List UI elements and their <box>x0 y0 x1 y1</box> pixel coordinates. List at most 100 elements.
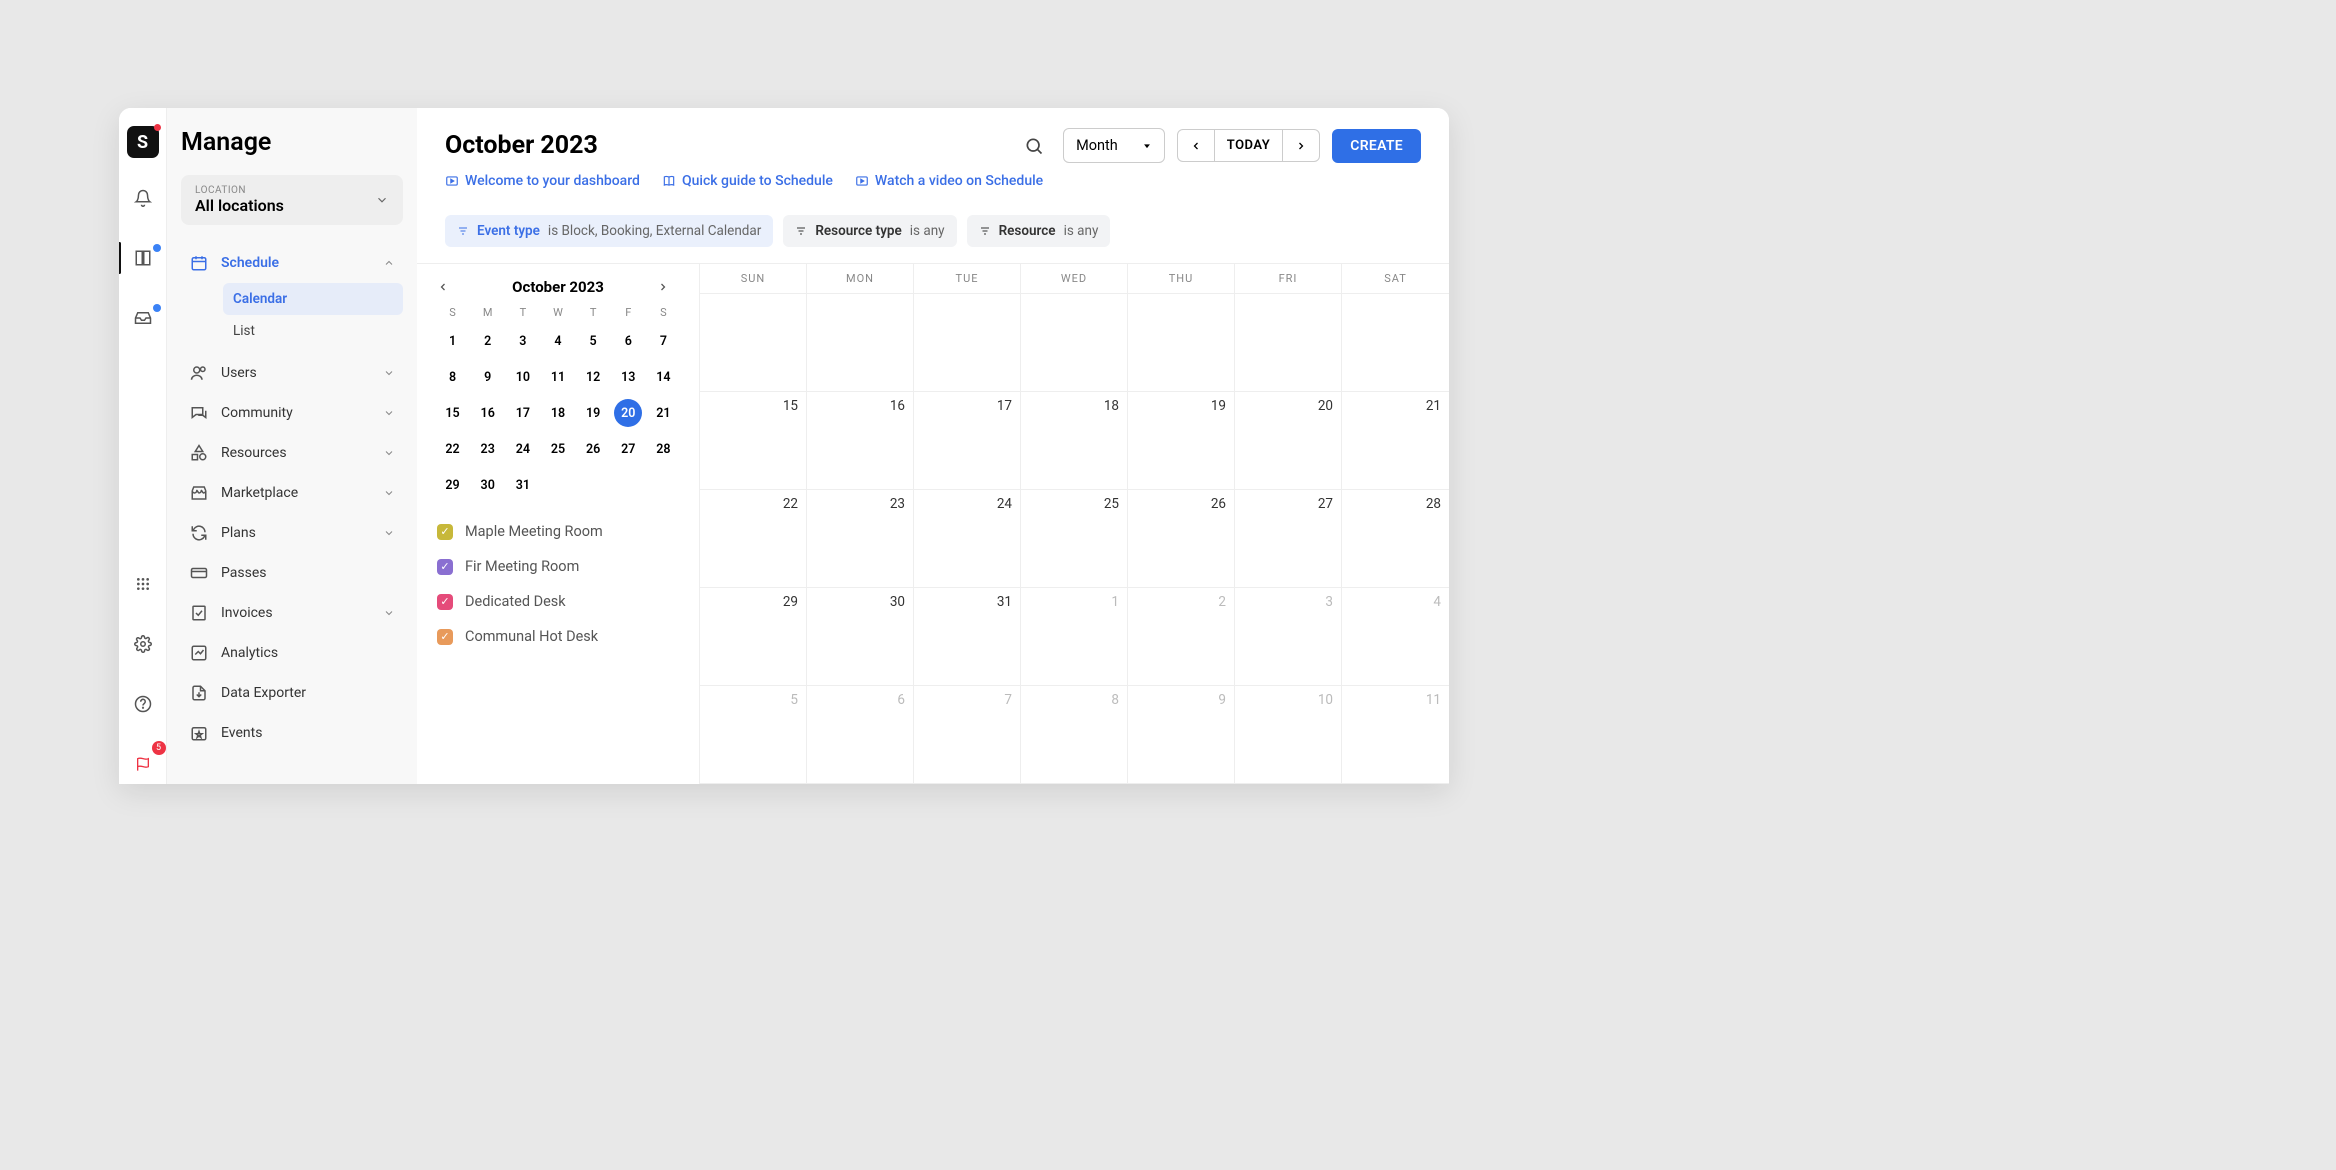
calendar-cell[interactable]: 26 <box>1128 490 1235 588</box>
next-button[interactable] <box>1282 130 1319 161</box>
calendar-cell[interactable]: 5 <box>700 686 807 784</box>
mini-day[interactable]: 21 <box>649 399 677 427</box>
calendar-cell[interactable] <box>807 294 914 392</box>
calendar-cell[interactable]: 30 <box>807 588 914 686</box>
calendar-cell[interactable]: 18 <box>1021 392 1128 490</box>
calendar-cell[interactable]: 4 <box>1342 588 1449 686</box>
apps-icon[interactable] <box>123 564 163 604</box>
resource-filter-item[interactable]: ✓Communal Hot Desk <box>437 628 679 645</box>
calendar-cell[interactable]: 1 <box>1021 588 1128 686</box>
calendar-cell[interactable]: 23 <box>807 490 914 588</box>
calendar-cell[interactable]: 20 <box>1235 392 1342 490</box>
nav-schedule[interactable]: Schedule <box>181 243 403 283</box>
mini-day[interactable]: 17 <box>509 399 537 427</box>
calendar-cell[interactable]: 21 <box>1342 392 1449 490</box>
calendar-cell[interactable]: 19 <box>1128 392 1235 490</box>
filter-chip[interactable]: Resource is any <box>967 215 1111 247</box>
mini-day[interactable]: 8 <box>439 363 467 391</box>
calendar-cell[interactable] <box>1342 294 1449 392</box>
nav-plans[interactable]: Plans <box>181 513 403 553</box>
mini-day[interactable]: 15 <box>439 399 467 427</box>
mini-day[interactable]: 27 <box>614 435 642 463</box>
nav-data-exporter[interactable]: Data Exporter <box>181 673 403 713</box>
mini-day[interactable]: 1 <box>439 327 467 355</box>
mini-day[interactable]: 13 <box>614 363 642 391</box>
calendar-cell[interactable]: 31 <box>914 588 1021 686</box>
calendar-cell[interactable]: 17 <box>914 392 1021 490</box>
calendar-cell[interactable]: 29 <box>700 588 807 686</box>
resource-filter-item[interactable]: ✓Dedicated Desk <box>437 593 679 610</box>
mini-day[interactable]: 30 <box>474 471 502 499</box>
mini-day[interactable]: 19 <box>579 399 607 427</box>
calendar-cell[interactable]: 27 <box>1235 490 1342 588</box>
help-link-dashboard[interactable]: Welcome to your dashboard <box>445 173 640 189</box>
search-button[interactable] <box>1017 129 1051 163</box>
mini-next-button[interactable] <box>657 281 679 293</box>
calendar-cell[interactable]: 11 <box>1342 686 1449 784</box>
mini-day[interactable]: 11 <box>544 363 572 391</box>
mini-day[interactable]: 22 <box>439 435 467 463</box>
mini-prev-button[interactable] <box>437 281 459 293</box>
calendar-cell[interactable] <box>1128 294 1235 392</box>
mini-day[interactable]: 16 <box>474 399 502 427</box>
flag-icon[interactable]: 5 <box>123 744 163 784</box>
mini-day[interactable]: 24 <box>509 435 537 463</box>
mini-day[interactable]: 12 <box>579 363 607 391</box>
resource-filter-item[interactable]: ✓Maple Meeting Room <box>437 523 679 540</box>
calendar-cell[interactable]: 9 <box>1128 686 1235 784</box>
mini-day[interactable]: 2 <box>474 327 502 355</box>
mini-day[interactable]: 28 <box>649 435 677 463</box>
nav-community[interactable]: Community <box>181 393 403 433</box>
filter-chip[interactable]: Resource type is any <box>783 215 956 247</box>
mini-day[interactable]: 14 <box>649 363 677 391</box>
calendar-cell[interactable]: 10 <box>1235 686 1342 784</box>
calendar-cell[interactable]: 28 <box>1342 490 1449 588</box>
mini-day[interactable]: 29 <box>439 471 467 499</box>
mini-day[interactable]: 20 <box>614 399 642 427</box>
calendar-cell[interactable]: 2 <box>1128 588 1235 686</box>
resource-filter-item[interactable]: ✓Fir Meeting Room <box>437 558 679 575</box>
mini-day[interactable]: 7 <box>649 327 677 355</box>
nav-schedule-list[interactable]: List <box>223 315 403 347</box>
prev-button[interactable] <box>1178 130 1214 161</box>
calendar-cell[interactable]: 6 <box>807 686 914 784</box>
calendar-cell[interactable]: 8 <box>1021 686 1128 784</box>
mini-day[interactable]: 10 <box>509 363 537 391</box>
view-selector[interactable]: Month <box>1063 128 1165 163</box>
calendar-cell[interactable]: 3 <box>1235 588 1342 686</box>
settings-icon[interactable] <box>123 624 163 664</box>
mini-day[interactable]: 18 <box>544 399 572 427</box>
create-button[interactable]: CREATE <box>1332 129 1421 163</box>
nav-marketplace[interactable]: Marketplace <box>181 473 403 513</box>
app-logo[interactable]: S <box>127 126 159 158</box>
help-link-guide[interactable]: Quick guide to Schedule <box>662 173 833 189</box>
calendar-cell[interactable] <box>1021 294 1128 392</box>
mini-day[interactable]: 31 <box>509 471 537 499</box>
nav-events[interactable]: Events <box>181 713 403 753</box>
calendar-cell[interactable]: 16 <box>807 392 914 490</box>
mini-day[interactable]: 4 <box>544 327 572 355</box>
mini-day[interactable]: 23 <box>474 435 502 463</box>
mini-day[interactable]: 9 <box>474 363 502 391</box>
notifications-icon[interactable] <box>123 178 163 218</box>
calendar-cell[interactable]: 24 <box>914 490 1021 588</box>
calendar-cell[interactable] <box>914 294 1021 392</box>
dashboard-icon[interactable] <box>123 238 163 278</box>
calendar-cell[interactable]: 25 <box>1021 490 1128 588</box>
mini-day[interactable]: 5 <box>579 327 607 355</box>
nav-invoices[interactable]: Invoices <box>181 593 403 633</box>
calendar-cell[interactable]: 7 <box>914 686 1021 784</box>
nav-users[interactable]: Users <box>181 353 403 393</box>
mini-day[interactable]: 3 <box>509 327 537 355</box>
location-selector[interactable]: LOCATION All locations <box>181 175 403 225</box>
calendar-cell[interactable] <box>700 294 807 392</box>
help-link-video[interactable]: Watch a video on Schedule <box>855 173 1043 189</box>
nav-analytics[interactable]: Analytics <box>181 633 403 673</box>
mini-day[interactable]: 26 <box>579 435 607 463</box>
nav-passes[interactable]: Passes <box>181 553 403 593</box>
calendar-cell[interactable] <box>1235 294 1342 392</box>
mini-day[interactable]: 6 <box>614 327 642 355</box>
mini-day[interactable]: 25 <box>544 435 572 463</box>
nav-resources[interactable]: Resources <box>181 433 403 473</box>
help-icon[interactable] <box>123 684 163 724</box>
